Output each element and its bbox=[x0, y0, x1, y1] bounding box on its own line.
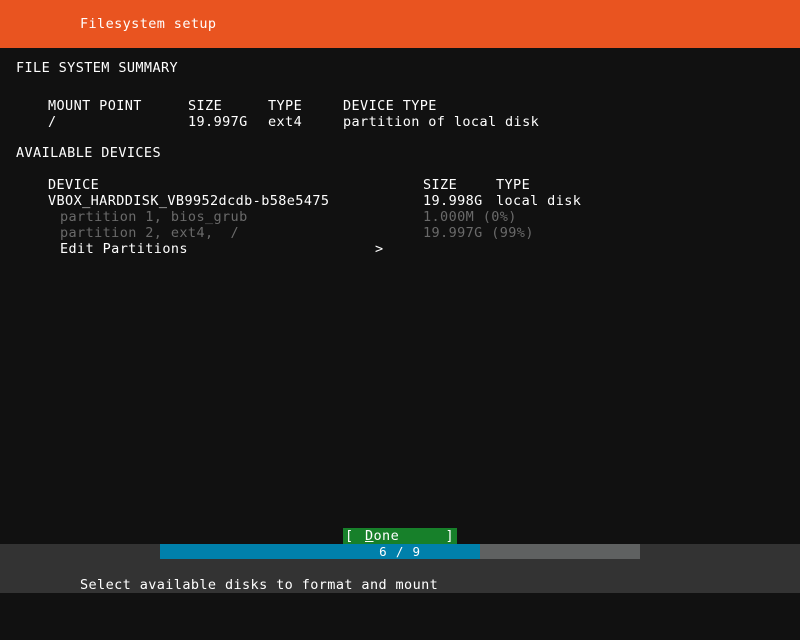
available-devices-heading: AVAILABLE DEVICES bbox=[16, 145, 161, 161]
devices-col-type: TYPE bbox=[496, 177, 531, 193]
summary-cell-mount-point: / bbox=[48, 114, 57, 130]
done-accel-key: D bbox=[365, 528, 374, 544]
device-size: 19.998G bbox=[423, 193, 483, 209]
chevron-right-icon: > bbox=[375, 241, 384, 257]
summary-col-mount-point: MOUNT POINT bbox=[48, 98, 142, 114]
partition-size: 1.000M (0%) bbox=[423, 209, 517, 225]
summary-col-device-type: DEVICE TYPE bbox=[343, 98, 437, 114]
bracket-left: [ bbox=[345, 528, 354, 544]
installer-screen: Filesystem setup FILE SYSTEM SUMMARY MOU… bbox=[0, 0, 800, 600]
partition-name: partition 2, ext4, / bbox=[60, 225, 240, 241]
progress-bar: 6 / 9 bbox=[160, 544, 640, 559]
done-button[interactable]: [ Done ] bbox=[343, 528, 457, 544]
done-button-label: Done bbox=[365, 528, 399, 544]
status-hint-text: Select available disks to format and mou… bbox=[80, 577, 439, 593]
file-system-summary-heading: FILE SYSTEM SUMMARY bbox=[16, 60, 179, 76]
main-content: FILE SYSTEM SUMMARY MOUNT POINT SIZE TYP… bbox=[0, 48, 800, 576]
progress-bar-label: 6 / 9 bbox=[379, 544, 421, 559]
done-label-rest: one bbox=[373, 528, 400, 544]
partition-size: 19.997G (99%) bbox=[423, 225, 534, 241]
device-type: local disk bbox=[496, 193, 582, 209]
app-header: Filesystem setup bbox=[0, 0, 800, 48]
page-title: Filesystem setup bbox=[80, 16, 217, 32]
device-name: VBOX_HARDDISK_VB9952dcdb-b58e5475 bbox=[48, 193, 330, 209]
bottom-strip bbox=[0, 593, 800, 600]
summary-col-type: TYPE bbox=[268, 98, 303, 114]
summary-cell-device-type: partition of local disk bbox=[343, 114, 540, 130]
devices-col-size: SIZE bbox=[423, 177, 458, 193]
bracket-right: ] bbox=[445, 528, 454, 544]
summary-cell-type: ext4 bbox=[268, 114, 303, 130]
edit-partitions-label[interactable]: Edit Partitions bbox=[60, 241, 188, 257]
devices-col-device: DEVICE bbox=[48, 177, 100, 193]
summary-col-size: SIZE bbox=[188, 98, 223, 114]
summary-cell-size: 19.997G bbox=[188, 114, 248, 130]
partition-name: partition 1, bios_grub bbox=[60, 209, 248, 225]
